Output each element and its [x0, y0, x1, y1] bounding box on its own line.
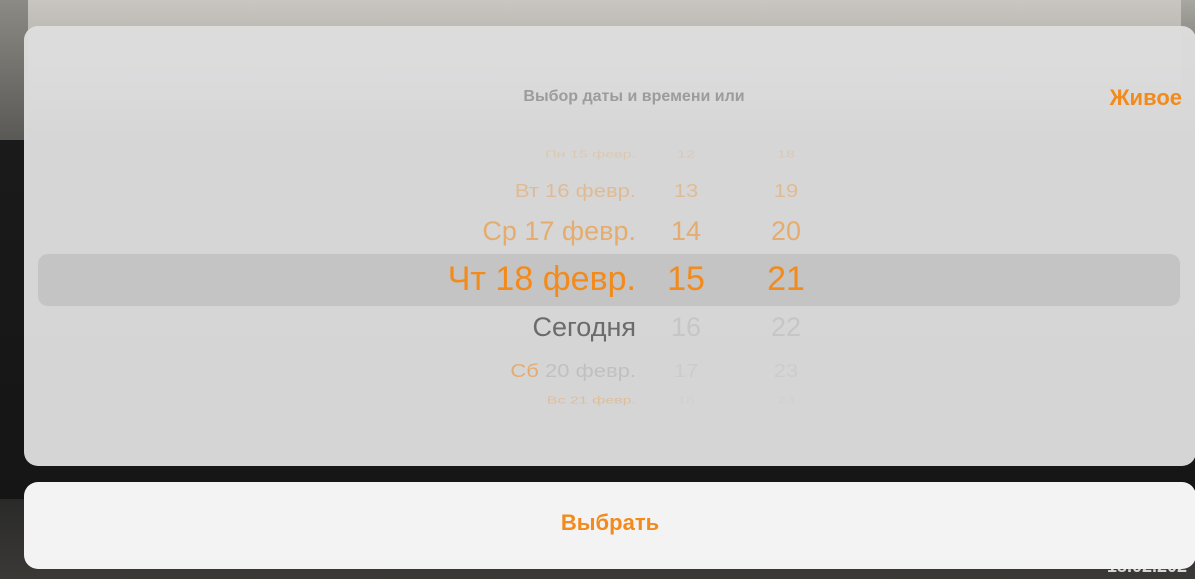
day-option[interactable]: Пн 15 февр. [396, 149, 636, 161]
hour-option[interactable]: 13 [651, 180, 721, 202]
select-button-label: Выбрать [560, 510, 660, 535]
hour-option[interactable]: 17 [651, 360, 721, 382]
day-option-date: 20 февр. [538, 359, 636, 382]
minute-option[interactable]: 22 [751, 312, 821, 343]
screen: 18.02.202 Выбор даты и времени или Живое… [0, 0, 1195, 579]
minute-option[interactable]: 19 [751, 180, 821, 202]
minute-option[interactable]: 18 [751, 149, 821, 161]
minute-option[interactable]: 23 [751, 360, 821, 382]
hour-option[interactable]: 14 [651, 216, 721, 247]
hour-option[interactable]: 12 [651, 149, 721, 161]
hour-option[interactable]: 16 [651, 312, 721, 343]
day-option[interactable]: Вт 16 февр. [396, 180, 636, 202]
date-time-picker-card: Выбор даты и времени или Живое Пн 15 фев… [24, 26, 1195, 466]
day-option-weekday: Сб [510, 359, 539, 382]
hour-option[interactable]: 18 [651, 395, 721, 407]
day-option[interactable]: Ср 17 февр. [396, 216, 636, 247]
minute-option-selected[interactable]: 21 [751, 260, 821, 299]
day-option-today[interactable]: Сегодня [396, 312, 636, 343]
minute-option[interactable]: 24 [751, 395, 821, 407]
picker-wheels[interactable]: Пн 15 февр. Вт 16 февр. Ср 17 февр. Чт 1… [24, 136, 1195, 436]
day-option[interactable]: Сб 20 февр. [396, 360, 636, 382]
day-option[interactable]: Вс 21 февр. [396, 395, 636, 407]
hour-option-selected[interactable]: 15 [651, 260, 721, 299]
day-option-selected[interactable]: Чт 18 февр. [396, 260, 636, 299]
select-button[interactable]: Выбрать [24, 482, 1195, 569]
picker-title: Выбор даты и времени или [523, 88, 745, 105]
minute-option[interactable]: 20 [751, 216, 821, 247]
live-button[interactable]: Живое [1110, 85, 1182, 111]
